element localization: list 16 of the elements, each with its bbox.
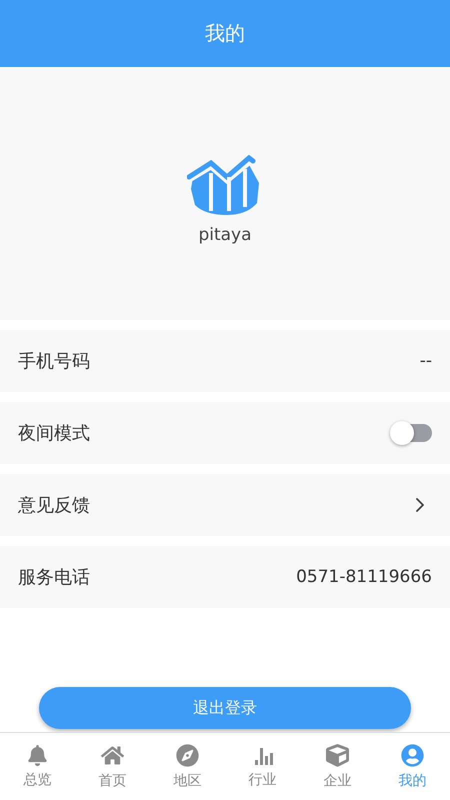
home-icon [101,744,124,766]
setting-value: 0571-81119666 [296,567,432,587]
cube-icon [326,744,349,766]
user-icon [401,744,424,766]
setting-label: 服务电话 [18,566,90,589]
setting-value: -- [420,351,432,371]
page-title: 我的 [205,20,245,47]
settings-row[interactable]: 意见反馈 [0,474,450,536]
username: pitaya [198,224,252,244]
toggle-switch[interactable] [392,424,432,442]
compass-icon [176,744,199,766]
setting-label: 手机号码 [18,350,90,373]
logout-button[interactable]: 退出登录 [39,687,411,729]
bell-icon [27,744,48,766]
setting-label: 夜间模式 [18,422,90,445]
setting-label: 意见反馈 [18,494,90,517]
